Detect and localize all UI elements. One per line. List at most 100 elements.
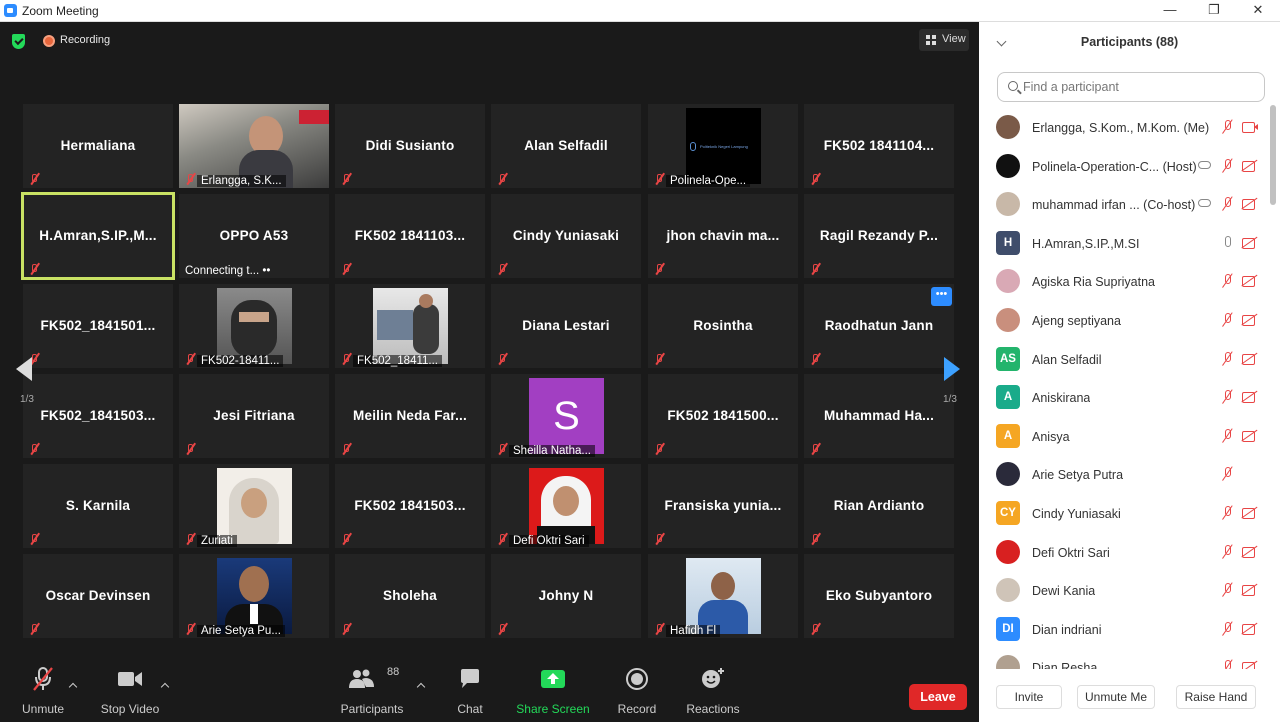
previous-page-arrow-icon[interactable] <box>16 357 32 381</box>
raise-hand-button[interactable]: Raise Hand <box>1176 685 1256 709</box>
participants-options-chevron-icon[interactable] <box>416 682 426 692</box>
participant-list-item[interactable]: Agiska Ria Supriyatna <box>979 263 1269 301</box>
next-page-arrow-icon[interactable] <box>944 357 960 381</box>
participant-tile[interactable]: Didi Susianto <box>335 104 485 188</box>
participant-tile[interactable]: H.Amran,S.IP.,M... <box>21 192 175 280</box>
participant-tile[interactable]: Cindy Yuniasaki <box>491 194 641 278</box>
participant-tile[interactable]: Zuriati <box>179 464 329 548</box>
microphone-off-icon <box>1220 390 1236 404</box>
microphone-off-icon <box>1220 467 1236 481</box>
participant-tile[interactable]: S Sheilla Natha... <box>491 374 641 458</box>
participant-tile[interactable]: Defi Oktri Sari <box>491 464 641 548</box>
unmute-me-button[interactable]: Unmute Me <box>1077 685 1155 709</box>
participant-list-item[interactable]: Erlangga, S.Kom., M.Kom. (Me) <box>979 109 1269 147</box>
participant-tile[interactable]: Alan Selfadil <box>491 104 641 188</box>
participant-list-item[interactable]: H H.Amran,S.IP.,M.SI <box>979 225 1269 263</box>
participant-tile[interactable]: FK502 1841103... <box>335 194 485 278</box>
participant-tile[interactable]: Oscar Devinsen <box>23 554 173 638</box>
participant-list-item[interactable]: Ajeng septiyana <box>979 302 1269 340</box>
participant-tile[interactable]: Rosintha <box>648 284 798 368</box>
participants-button[interactable]: 88 Participants <box>340 660 404 722</box>
recording-label[interactable]: Recording <box>60 34 110 46</box>
participant-list-item[interactable]: Arie Setya Putra <box>979 456 1269 494</box>
participant-tile[interactable]: Meilin Neda Far... <box>335 374 485 458</box>
participant-list-item[interactable]: DI Dian indriani <box>979 611 1269 649</box>
video-off-icon <box>1242 274 1258 288</box>
stop-video-button[interactable]: Stop Video <box>98 660 162 722</box>
video-off-icon <box>1242 197 1258 211</box>
participant-list: Erlangga, S.Kom., M.Kom. (Me) Polinela-Op… <box>979 109 1269 669</box>
participant-tile[interactable]: Fransiska yunia... <box>648 464 798 548</box>
participant-list-item[interactable]: AS Alan Selfadil <box>979 341 1269 379</box>
record-icon <box>626 668 648 690</box>
participant-tile[interactable]: FK502 1841503... <box>335 464 485 548</box>
participant-list-item[interactable]: Dian Resha <box>979 649 1269 669</box>
participant-list-item[interactable]: Polinela-Operation-C... (Host) <box>979 148 1269 186</box>
participant-caption: Sheilla Natha... <box>509 445 595 457</box>
participant-tile[interactable]: Jesi Fitriana <box>179 374 329 458</box>
participant-tile[interactable]: Erlangga, S.K... <box>179 104 329 188</box>
participant-tile[interactable]: Diana Lestari <box>491 284 641 368</box>
muted-mic-icon <box>653 623 665 635</box>
participant-avatar <box>996 655 1020 669</box>
participant-tile[interactable]: FK502_18411... <box>335 284 485 368</box>
chat-button[interactable]: Chat <box>448 660 492 722</box>
participant-tile[interactable]: FK502_1841503... <box>23 374 173 458</box>
participant-tile[interactable]: FK502-18411... <box>179 284 329 368</box>
leave-button[interactable]: Leave <box>909 684 967 710</box>
participant-search-input[interactable] <box>1023 78 1253 96</box>
muted-mic-icon <box>653 533 665 545</box>
maximize-button[interactable]: ❐ <box>1192 0 1236 22</box>
participant-list-item[interactable]: muhammad irfan ... (Co-host) <box>979 186 1269 224</box>
video-options-chevron-icon[interactable] <box>160 682 170 692</box>
participant-tile[interactable]: S. Karnila <box>23 464 173 548</box>
share-screen-button[interactable]: Share Screen <box>514 660 592 722</box>
participant-tile[interactable]: Rian Ardianto <box>804 464 954 548</box>
participant-name: Polinela-Operation-C... (Host) <box>1032 159 1197 174</box>
muted-mic-icon <box>340 263 352 275</box>
participant-avatar-initials: A <box>996 423 1020 448</box>
participants-panel: Participants (88) Erlangga, S.Kom., M.Ko… <box>979 22 1280 722</box>
participant-avatar-initials: DI <box>996 616 1020 641</box>
participant-list-scrollbar[interactable] <box>1270 105 1276 205</box>
muted-mic-icon <box>809 173 821 185</box>
participant-caption: Defi Oktri Sari <box>509 535 589 547</box>
participant-tile[interactable]: Eko Subyantoro <box>804 554 954 638</box>
record-button[interactable]: Record <box>614 660 660 722</box>
video-camera-icon <box>118 672 142 686</box>
participant-tile[interactable]: Hermaliana <box>23 104 173 188</box>
participant-tile[interactable]: FK502 1841500... <box>648 374 798 458</box>
participant-list-item[interactable]: A Aniskirana <box>979 379 1269 417</box>
participant-tile[interactable]: Hafidh Fl <box>648 554 798 638</box>
gallery-grid-icon <box>926 35 936 45</box>
participant-caption: FK502_18411... <box>353 355 442 367</box>
participant-tile[interactable]: Politeknik Negeri Lampung Polinela-Ope... <box>648 104 798 188</box>
close-button[interactable]: ✕ <box>1236 0 1280 22</box>
invite-button[interactable]: Invite <box>996 685 1062 709</box>
encryption-shield-icon[interactable] <box>12 34 25 49</box>
participant-tile[interactable]: Muhammad Ha... <box>804 374 954 458</box>
participant-name: Johny N <box>538 588 594 603</box>
participant-tile[interactable]: Ragil Rezandy P... <box>804 194 954 278</box>
minimize-button[interactable]: — <box>1148 0 1192 22</box>
participant-tile[interactable]: Johny N <box>491 554 641 638</box>
tile-more-options-button[interactable]: ••• <box>931 287 952 306</box>
participant-tile[interactable]: OPPO A53 Connecting t... •• <box>179 194 329 278</box>
participant-tile[interactable]: Sholeha <box>335 554 485 638</box>
unmute-button[interactable]: Unmute <box>14 660 72 722</box>
muted-mic-icon <box>496 623 508 635</box>
participant-list-item[interactable]: A Anisya <box>979 418 1269 456</box>
participant-list-item[interactable]: Dewi Kania <box>979 572 1269 610</box>
participant-tile[interactable]: FK502 1841104... <box>804 104 954 188</box>
participant-list-item[interactable]: Defi Oktri Sari <box>979 534 1269 572</box>
muted-mic-icon <box>340 353 352 365</box>
participant-search-box[interactable] <box>997 72 1265 102</box>
participant-tile[interactable]: FK502_1841501... <box>23 284 173 368</box>
view-button[interactable]: View <box>919 29 969 51</box>
window-titlebar: Zoom Meeting — ❐ ✕ <box>0 0 1280 22</box>
participant-avatar <box>996 539 1020 564</box>
participant-tile[interactable]: jhon chavin ma... <box>648 194 798 278</box>
participant-list-item[interactable]: CY Cindy Yuniasaki <box>979 495 1269 533</box>
reactions-button[interactable]: Reactions <box>683 660 743 722</box>
participant-tile[interactable]: Arie Setya Pu... <box>179 554 329 638</box>
